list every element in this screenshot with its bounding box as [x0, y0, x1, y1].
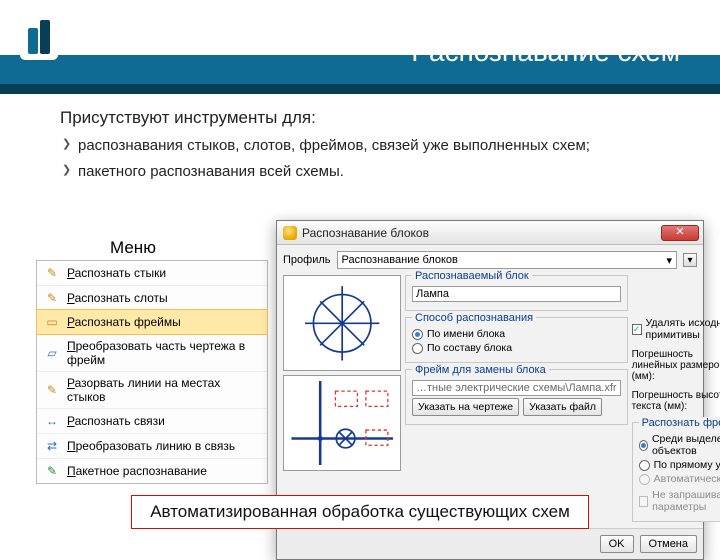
tol-text-label: Погрешность высоты текста (мм):	[632, 390, 720, 412]
close-button[interactable]: ✕	[661, 225, 699, 241]
menu-item-icon: ▭	[44, 314, 60, 330]
menu-item-6[interactable]: ⇄ Преобразовать линию в связь	[37, 433, 267, 458]
recognized-block-legend: Распознаваемый блок	[412, 270, 532, 282]
radio-by-content[interactable]: По составу блока	[412, 342, 621, 354]
chevron-down-icon: ▾	[666, 254, 672, 267]
tol-linear-label: Погрешность линейных размеров (мм):	[632, 349, 720, 382]
logo-mark-icon	[20, 8, 58, 60]
menu-item-icon: ✎	[44, 290, 60, 306]
menu-item-0[interactable]: ✎ Распознать стыки	[37, 261, 267, 285]
frame-legend: Фрейм для замены блока	[412, 364, 549, 376]
dialog-title: Распознавание блоков	[302, 226, 661, 240]
recognized-block-group: Распознаваемый блок Лампа	[405, 275, 628, 311]
brand-logo: nanoCAD	[20, 8, 175, 60]
block-preview	[283, 275, 401, 371]
method-legend: Способ распознавания	[412, 312, 536, 324]
frame-path-field[interactable]: …тные электрические схемы\Лампа.xfr	[412, 380, 621, 396]
profile-value: Распознавание блоков	[342, 254, 458, 266]
slide-header: nanoCAD Распознавание схем	[0, 0, 720, 94]
rf-among-selected[interactable]: Среди выделенных объектов	[639, 433, 720, 457]
point-file-button[interactable]: Указать файл	[523, 398, 602, 416]
lamp-symbol-icon	[290, 281, 394, 366]
bullet-1: распознавания стыков, слотов, фреймов, с…	[78, 136, 680, 156]
delete-primitives-check[interactable]: Удалять исходные примитивы	[632, 317, 720, 341]
menu-item-icon: ✎	[44, 265, 60, 281]
menu-item-label: Распознать стыки	[67, 266, 166, 280]
brand-name: nanoCAD	[64, 28, 175, 54]
radio-by-name[interactable]: По имени блока	[412, 328, 621, 340]
menu-item-label: Распознать слоты	[67, 291, 168, 305]
menu-item-4[interactable]: ✎ Разорвать линии на местах стыков	[37, 371, 267, 408]
menu-item-2[interactable]: ▭ Распознать фреймы	[36, 309, 268, 335]
slide-title: Распознавание схем	[411, 36, 680, 68]
menu-item-icon: ↔	[44, 413, 60, 429]
menu-item-icon: ▱	[44, 345, 60, 361]
menu-item-icon: ⇄	[44, 438, 60, 454]
rf-direct[interactable]: По прямому указанию	[639, 459, 720, 471]
recognize-frames-legend: Распознать фреймы	[639, 417, 720, 429]
context-menu: ✎ Распознать стыки ✎ Распознать слоты ▭ Распо…	[36, 260, 268, 484]
menu-item-icon: ✎	[44, 382, 60, 398]
profile-menu-button[interactable]: ▾	[683, 253, 697, 267]
menu-heading: Меню	[110, 238, 156, 258]
point-on-drawing-button[interactable]: Указать на чертеже	[412, 398, 519, 416]
method-group: Способ распознавания По имени блока По с…	[405, 317, 628, 363]
lead-text: Присутствуют инструменты для:	[60, 108, 680, 128]
menu-item-label: Распознать фреймы	[67, 315, 181, 329]
menu-item-7[interactable]: ✎ Пакетное распознавание	[37, 458, 267, 483]
menu-item-label: Преобразовать часть чертежа в фрейм	[67, 339, 260, 367]
block-name-field[interactable]: Лампа	[412, 286, 621, 302]
menu-item-3[interactable]: ▱ Преобразовать часть чертежа в фрейм	[37, 334, 267, 371]
menu-item-label: Разорвать линии на местах стыков	[67, 376, 260, 404]
frame-symbol-icon	[290, 381, 394, 466]
profile-select[interactable]: Распознавание блоков ▾	[337, 251, 678, 269]
menu-item-1[interactable]: ✎ Распознать слоты	[37, 285, 267, 310]
dialog-titlebar[interactable]: Распознавание блоков ✕	[277, 221, 703, 245]
summary-callout: Автоматизированная обработка существующи…	[131, 495, 589, 529]
menu-item-5[interactable]: ↔ Распознать связи	[37, 408, 267, 433]
bullet-2: пакетного распознавания всей схемы.	[78, 162, 680, 182]
menu-item-label: Пакетное распознавание	[67, 464, 207, 478]
menu-item-label: Преобразовать линию в связь	[67, 439, 235, 453]
frame-preview	[283, 375, 401, 471]
dialog-app-icon	[283, 226, 297, 240]
profile-label: Профиль	[283, 254, 331, 266]
menu-item-icon: ✎	[44, 463, 60, 479]
menu-item-label: Распознать связи	[67, 414, 165, 428]
frame-group: Фрейм для замены блока …тные электрическ…	[405, 369, 628, 425]
